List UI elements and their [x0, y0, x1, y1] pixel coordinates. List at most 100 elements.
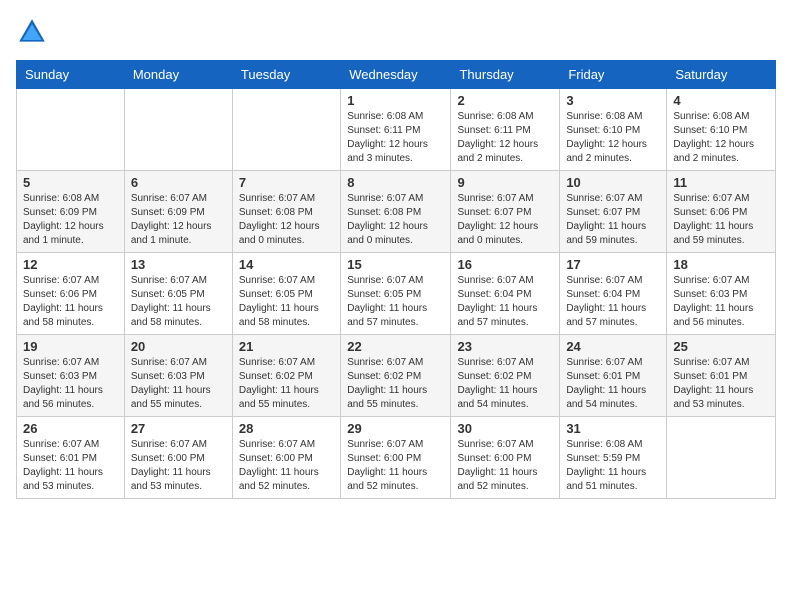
day-number: 7 — [239, 175, 334, 190]
day-number: 3 — [566, 93, 660, 108]
calendar-header-thursday: Thursday — [451, 61, 560, 89]
calendar-cell: 6 Sunrise: 6:07 AM Sunset: 6:09 PM Daylig… — [124, 171, 232, 253]
day-number: 8 — [347, 175, 444, 190]
day-number: 31 — [566, 421, 660, 436]
calendar-header-sunday: Sunday — [17, 61, 125, 89]
calendar-cell — [667, 417, 776, 499]
day-number: 17 — [566, 257, 660, 272]
calendar-header-saturday: Saturday — [667, 61, 776, 89]
day-number: 15 — [347, 257, 444, 272]
day-number: 5 — [23, 175, 118, 190]
calendar-cell: 2 Sunrise: 6:08 AM Sunset: 6:11 PM Daylig… — [451, 89, 560, 171]
logo — [16, 16, 52, 48]
day-number: 9 — [457, 175, 553, 190]
calendar-cell: 18 Sunrise: 6:07 AM Sunset: 6:03 PM Dayli… — [667, 253, 776, 335]
calendar-cell: 15 Sunrise: 6:07 AM Sunset: 6:05 PM Dayli… — [341, 253, 451, 335]
day-info: Sunrise: 6:07 AM Sunset: 6:00 PM Dayligh… — [131, 438, 226, 494]
day-number: 30 — [457, 421, 553, 436]
day-info: Sunrise: 6:07 AM Sunset: 6:05 PM Dayligh… — [347, 274, 444, 330]
calendar-cell: 13 Sunrise: 6:07 AM Sunset: 6:05 PM Dayli… — [124, 253, 232, 335]
day-number: 27 — [131, 421, 226, 436]
calendar-cell: 16 Sunrise: 6:07 AM Sunset: 6:04 PM Dayli… — [451, 253, 560, 335]
day-info: Sunrise: 6:07 AM Sunset: 6:07 PM Dayligh… — [566, 192, 660, 248]
day-number: 18 — [673, 257, 769, 272]
day-info: Sunrise: 6:07 AM Sunset: 6:06 PM Dayligh… — [673, 192, 769, 248]
calendar-cell: 9Sunrise: 6:07 AM Sunset: 6:07 PM Daylig… — [451, 171, 560, 253]
calendar-cell: 11 Sunrise: 6:07 AM Sunset: 6:06 PM Dayli… — [667, 171, 776, 253]
day-info: Sunrise: 6:08 AM Sunset: 6:09 PM Dayligh… — [23, 192, 118, 248]
calendar-cell: 21Sunrise: 6:07 AM Sunset: 6:02 PM Dayli… — [232, 335, 340, 417]
calendar-cell: 3 Sunrise: 6:08 AM Sunset: 6:10 PM Daylig… — [560, 89, 667, 171]
calendar-cell: 8 Sunrise: 6:07 AM Sunset: 6:08 PM Daylig… — [341, 171, 451, 253]
day-number: 23 — [457, 339, 553, 354]
day-info: Sunrise: 6:07 AM Sunset: 6:04 PM Dayligh… — [457, 274, 553, 330]
day-info: Sunrise: 6:07 AM Sunset: 6:01 PM Dayligh… — [23, 438, 118, 494]
day-info: Sunrise: 6:07 AM Sunset: 6:04 PM Dayligh… — [566, 274, 660, 330]
day-info: Sunrise: 6:07 AM Sunset: 6:00 PM Dayligh… — [347, 438, 444, 494]
calendar-cell: 30 Sunrise: 6:07 AM Sunset: 6:00 PM Dayli… — [451, 417, 560, 499]
calendar-header-monday: Monday — [124, 61, 232, 89]
day-number: 4 — [673, 93, 769, 108]
calendar: SundayMondayTuesdayWednesdayThursdayFrid… — [16, 60, 776, 499]
calendar-cell: 28Sunrise: 6:07 AM Sunset: 6:00 PM Dayli… — [232, 417, 340, 499]
calendar-cell: 12Sunrise: 6:07 AM Sunset: 6:06 PM Dayli… — [17, 253, 125, 335]
day-number: 20 — [131, 339, 226, 354]
day-info: Sunrise: 6:07 AM Sunset: 6:00 PM Dayligh… — [457, 438, 553, 494]
day-number: 12 — [23, 257, 118, 272]
day-number: 16 — [457, 257, 553, 272]
day-info: Sunrise: 6:07 AM Sunset: 6:03 PM Dayligh… — [23, 356, 118, 412]
day-info: Sunrise: 6:08 AM Sunset: 5:59 PM Dayligh… — [566, 438, 660, 494]
day-number: 24 — [566, 339, 660, 354]
day-info: Sunrise: 6:07 AM Sunset: 6:09 PM Dayligh… — [131, 192, 226, 248]
calendar-cell: 20 Sunrise: 6:07 AM Sunset: 6:03 PM Dayli… — [124, 335, 232, 417]
day-number: 2 — [457, 93, 553, 108]
logo-icon — [16, 16, 48, 48]
calendar-cell: 4 Sunrise: 6:08 AM Sunset: 6:10 PM Daylig… — [667, 89, 776, 171]
day-number: 25 — [673, 339, 769, 354]
day-number: 22 — [347, 339, 444, 354]
day-info: Sunrise: 6:07 AM Sunset: 6:08 PM Dayligh… — [239, 192, 334, 248]
calendar-cell — [124, 89, 232, 171]
day-number: 13 — [131, 257, 226, 272]
day-info: Sunrise: 6:07 AM Sunset: 6:05 PM Dayligh… — [239, 274, 334, 330]
calendar-cell: 5 Sunrise: 6:08 AM Sunset: 6:09 PM Daylig… — [17, 171, 125, 253]
calendar-cell: 25 Sunrise: 6:07 AM Sunset: 6:01 PM Dayli… — [667, 335, 776, 417]
day-info: Sunrise: 6:07 AM Sunset: 6:08 PM Dayligh… — [347, 192, 444, 248]
calendar-week-row: 1 Sunrise: 6:08 AM Sunset: 6:11 PM Daylig… — [17, 89, 776, 171]
day-info: Sunrise: 6:07 AM Sunset: 6:05 PM Dayligh… — [131, 274, 226, 330]
header — [16, 16, 776, 48]
calendar-cell: 29 Sunrise: 6:07 AM Sunset: 6:00 PM Dayli… — [341, 417, 451, 499]
calendar-header-wednesday: Wednesday — [341, 61, 451, 89]
day-info: Sunrise: 6:07 AM Sunset: 6:03 PM Dayligh… — [131, 356, 226, 412]
calendar-cell: 27 Sunrise: 6:07 AM Sunset: 6:00 PM Dayli… — [124, 417, 232, 499]
page: SundayMondayTuesdayWednesdayThursdayFrid… — [0, 0, 792, 515]
calendar-week-row: 26Sunrise: 6:07 AM Sunset: 6:01 PM Dayli… — [17, 417, 776, 499]
day-number: 11 — [673, 175, 769, 190]
calendar-cell: 14 Sunrise: 6:07 AM Sunset: 6:05 PM Dayli… — [232, 253, 340, 335]
calendar-cell: 26Sunrise: 6:07 AM Sunset: 6:01 PM Dayli… — [17, 417, 125, 499]
day-info: Sunrise: 6:07 AM Sunset: 6:00 PM Dayligh… — [239, 438, 334, 494]
day-number: 6 — [131, 175, 226, 190]
day-number: 29 — [347, 421, 444, 436]
day-info: Sunrise: 6:08 AM Sunset: 6:11 PM Dayligh… — [457, 110, 553, 166]
day-number: 19 — [23, 339, 118, 354]
day-info: Sunrise: 6:08 AM Sunset: 6:11 PM Dayligh… — [347, 110, 444, 166]
day-info: Sunrise: 6:07 AM Sunset: 6:01 PM Dayligh… — [566, 356, 660, 412]
calendar-cell: 22Sunrise: 6:07 AM Sunset: 6:02 PM Dayli… — [341, 335, 451, 417]
calendar-cell: 10Sunrise: 6:07 AM Sunset: 6:07 PM Dayli… — [560, 171, 667, 253]
calendar-cell: 24 Sunrise: 6:07 AM Sunset: 6:01 PM Dayli… — [560, 335, 667, 417]
calendar-cell: 31 Sunrise: 6:08 AM Sunset: 5:59 PM Dayli… — [560, 417, 667, 499]
day-info: Sunrise: 6:08 AM Sunset: 6:10 PM Dayligh… — [673, 110, 769, 166]
calendar-cell: 7 Sunrise: 6:07 AM Sunset: 6:08 PM Daylig… — [232, 171, 340, 253]
calendar-week-row: 12Sunrise: 6:07 AM Sunset: 6:06 PM Dayli… — [17, 253, 776, 335]
calendar-cell — [232, 89, 340, 171]
day-info: Sunrise: 6:07 AM Sunset: 6:01 PM Dayligh… — [673, 356, 769, 412]
day-number: 14 — [239, 257, 334, 272]
calendar-cell: 23Sunrise: 6:07 AM Sunset: 6:02 PM Dayli… — [451, 335, 560, 417]
calendar-header-row: SundayMondayTuesdayWednesdayThursdayFrid… — [17, 61, 776, 89]
calendar-header-tuesday: Tuesday — [232, 61, 340, 89]
day-info: Sunrise: 6:08 AM Sunset: 6:10 PM Dayligh… — [566, 110, 660, 166]
calendar-cell: 1 Sunrise: 6:08 AM Sunset: 6:11 PM Daylig… — [341, 89, 451, 171]
day-number: 1 — [347, 93, 444, 108]
day-info: Sunrise: 6:07 AM Sunset: 6:03 PM Dayligh… — [673, 274, 769, 330]
